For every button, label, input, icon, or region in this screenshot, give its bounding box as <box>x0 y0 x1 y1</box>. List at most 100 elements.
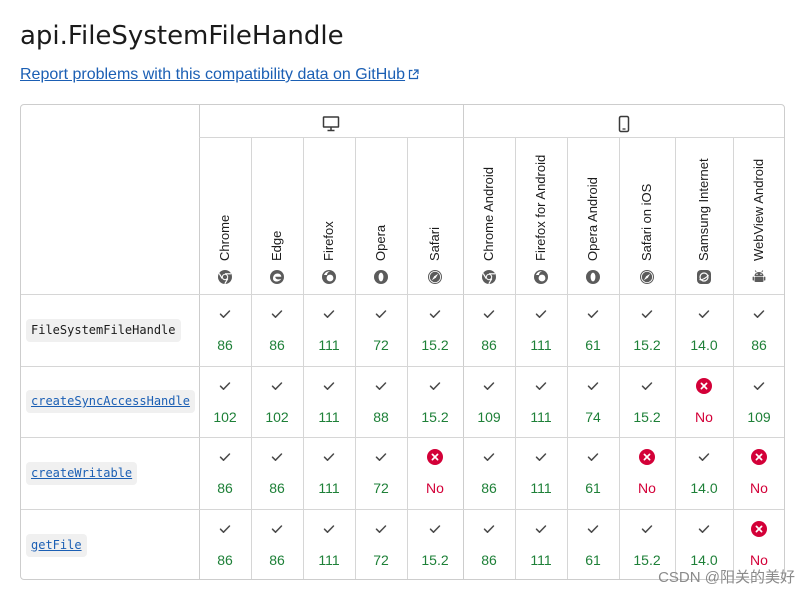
support-cell[interactable]: 111 <box>303 366 355 437</box>
check-icon <box>429 382 441 390</box>
support-cell[interactable]: 15.2 <box>407 294 463 366</box>
support-cell[interactable]: 86 <box>463 437 515 509</box>
check-icon <box>323 525 335 533</box>
check-icon <box>271 453 283 461</box>
check-icon <box>483 525 495 533</box>
support-cell[interactable]: 86 <box>199 294 251 366</box>
check-icon <box>323 453 335 461</box>
support-cell[interactable]: 86 <box>251 294 303 366</box>
support-cell[interactable]: 86 <box>463 294 515 366</box>
support-version: 102 <box>265 409 289 425</box>
support-version: 109 <box>477 409 501 425</box>
support-cell[interactable]: 111 <box>515 509 567 579</box>
support-version: 61 <box>585 480 601 496</box>
support-cell[interactable]: 14.0 <box>675 294 733 366</box>
support-version: 109 <box>747 409 771 425</box>
support-cell[interactable]: 61 <box>567 437 619 509</box>
support-cell[interactable]: 72 <box>355 294 407 366</box>
check-icon <box>535 310 547 318</box>
check-icon <box>375 310 387 318</box>
support-version: 111 <box>530 337 552 353</box>
check-icon <box>375 382 387 390</box>
support-cell[interactable]: 15.2 <box>619 366 675 437</box>
support-cell[interactable]: No <box>733 437 784 509</box>
support-version: No <box>750 552 768 568</box>
feature-name[interactable]: createSyncAccessHandle <box>26 390 195 413</box>
feature-name: FileSystemFileHandle <box>26 318 181 342</box>
header-divider <box>199 137 784 138</box>
support-cell[interactable]: 74 <box>567 366 619 437</box>
support-cell[interactable]: 86 <box>251 509 303 579</box>
samsung-internet-icon <box>697 270 711 284</box>
support-cell[interactable]: 86 <box>251 437 303 509</box>
support-version: 111 <box>318 409 340 425</box>
support-cell[interactable]: 86 <box>463 509 515 579</box>
support-cell[interactable]: 102 <box>251 366 303 437</box>
chrome-icon <box>218 270 232 285</box>
check-icon <box>323 310 335 318</box>
support-cell[interactable]: 15.2 <box>619 294 675 366</box>
support-version: 111 <box>530 409 552 425</box>
support-version: 15.2 <box>633 552 661 568</box>
support-cell[interactable]: 86 <box>199 509 251 579</box>
android-icon <box>752 270 766 282</box>
support-cell[interactable]: 111 <box>303 509 355 579</box>
support-cell[interactable]: 61 <box>567 509 619 579</box>
support-cell[interactable]: No <box>675 366 733 437</box>
check-icon <box>219 310 231 318</box>
support-cell[interactable]: 111 <box>515 366 567 437</box>
support-version: 72 <box>373 480 389 496</box>
check-icon <box>483 453 495 461</box>
check-icon <box>587 310 599 318</box>
firefox-icon <box>534 270 548 284</box>
browser-name: Firefox for Android <box>533 154 548 261</box>
page-title: api.FileSystemFileHandle <box>20 21 344 51</box>
support-version: 61 <box>585 552 601 568</box>
check-icon <box>641 525 653 533</box>
support-version: No <box>695 409 713 425</box>
support-cell[interactable]: 111 <box>303 437 355 509</box>
support-version: 111 <box>530 552 552 568</box>
browser-name: Samsung Internet <box>696 158 711 261</box>
check-icon <box>587 525 599 533</box>
support-version: 86 <box>481 552 497 568</box>
feature-name[interactable]: getFile <box>26 533 87 557</box>
support-cell[interactable]: 102 <box>199 366 251 437</box>
support-cell[interactable]: 86 <box>733 294 784 366</box>
support-cell[interactable]: 15.2 <box>407 509 463 579</box>
support-cell[interactable]: 61 <box>567 294 619 366</box>
support-version: 61 <box>585 337 601 353</box>
support-cell[interactable]: 72 <box>355 437 407 509</box>
check-icon <box>535 382 547 390</box>
check-icon <box>535 453 547 461</box>
cross-icon <box>751 521 767 537</box>
support-version: 14.0 <box>690 480 718 496</box>
support-cell[interactable]: 86 <box>199 437 251 509</box>
support-version: 14.0 <box>690 552 718 568</box>
support-version: 15.2 <box>421 337 449 353</box>
support-cell[interactable]: 88 <box>355 366 407 437</box>
check-icon <box>698 453 710 461</box>
support-cell[interactable]: 109 <box>463 366 515 437</box>
support-version: 111 <box>530 480 552 496</box>
support-version: 15.2 <box>421 409 449 425</box>
browser-name: Safari <box>427 227 442 261</box>
support-cell[interactable]: 15.2 <box>407 366 463 437</box>
support-version: No <box>750 480 768 496</box>
check-icon <box>698 310 710 318</box>
support-cell[interactable]: 109 <box>733 366 784 437</box>
feature-name[interactable]: createWritable <box>26 461 138 485</box>
support-version: 86 <box>269 480 285 496</box>
cross-icon <box>696 378 712 394</box>
support-cell[interactable]: 111 <box>515 437 567 509</box>
support-cell[interactable]: 111 <box>515 294 567 366</box>
check-icon <box>753 310 765 318</box>
support-cell[interactable]: No <box>407 437 463 509</box>
support-cell[interactable]: No <box>619 437 675 509</box>
report-problems-link[interactable]: Report problems with this compatibility … <box>20 64 419 86</box>
support-version: 86 <box>481 337 497 353</box>
support-version: No <box>638 480 656 496</box>
support-cell[interactable]: 72 <box>355 509 407 579</box>
support-cell[interactable]: 14.0 <box>675 437 733 509</box>
support-cell[interactable]: 111 <box>303 294 355 366</box>
